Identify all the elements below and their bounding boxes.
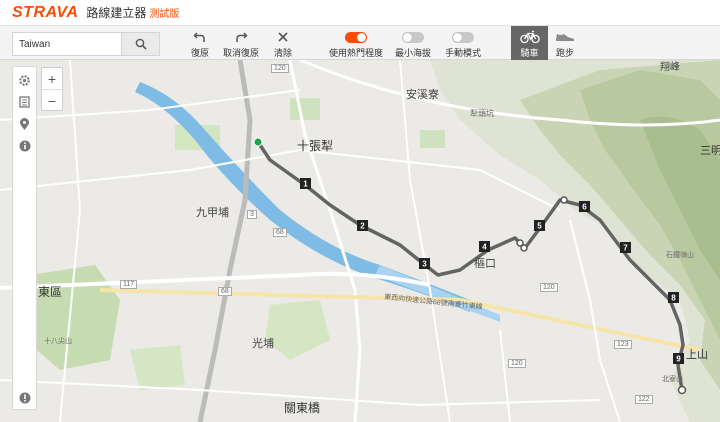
manual-mode-label: 手動模式 xyxy=(444,48,481,58)
document-icon xyxy=(19,96,30,108)
beta-badge: 測試版 xyxy=(149,9,180,20)
redo-button[interactable]: 取消復原 xyxy=(222,29,260,59)
undo-icon xyxy=(193,32,205,42)
layers-button[interactable] xyxy=(13,91,36,113)
toggle-switch[interactable] xyxy=(402,31,424,43)
zoom-out-button[interactable]: − xyxy=(42,90,62,111)
route-marker[interactable]: 7 xyxy=(620,242,631,253)
zoom-in-button[interactable]: + xyxy=(42,68,62,89)
map-label: 上山 xyxy=(686,349,708,361)
bike-icon xyxy=(519,30,540,44)
map-label: 犁頭坑 xyxy=(470,109,494,118)
road-shield: 122 xyxy=(635,395,653,404)
manual-mode-toggle[interactable]: 手動模式 xyxy=(443,29,483,59)
route-builder-app: STRAVA 路線建立器 測試版 復原 取消復原 清除 使用熱門程度 xyxy=(0,0,720,422)
road-shield: 3 xyxy=(247,210,257,219)
info-icon xyxy=(19,140,30,152)
route-marker[interactable]: 3 xyxy=(419,258,430,269)
map-pin-icon xyxy=(20,117,29,130)
map-label: 石鐵嶺山 xyxy=(666,252,694,259)
close-icon xyxy=(278,32,288,42)
map-label: 九甲埔 xyxy=(196,207,229,219)
toggle-switch[interactable] xyxy=(345,31,367,43)
app-title: 路線建立器 xyxy=(86,6,147,20)
min-elevation-label: 最小海拔 xyxy=(394,48,431,58)
map-label: 翔峰 xyxy=(660,62,680,73)
map-label: 光埔 xyxy=(252,338,274,350)
location-button[interactable] xyxy=(13,113,36,135)
route-marker[interactable]: 1 xyxy=(300,178,311,189)
toolbar: 復原 取消復原 清除 使用熱門程度 最小海拔 手動模式 騎車 xyxy=(0,25,720,60)
ride-sport-tab[interactable]: 騎車 xyxy=(511,26,548,60)
undo-label: 復原 xyxy=(190,48,209,58)
run-sport-tab[interactable]: 跑步 xyxy=(552,29,578,59)
map-label: 關東橋 xyxy=(284,401,321,415)
route-marker[interactable]: 8 xyxy=(668,292,679,303)
svg-text:2: 2 xyxy=(360,222,365,231)
svg-text:3: 3 xyxy=(422,260,427,269)
svg-text:1: 1 xyxy=(303,180,308,189)
settings-button[interactable] xyxy=(13,69,36,91)
search-button[interactable] xyxy=(121,33,159,55)
road-shield: 123 xyxy=(614,340,632,349)
route-marker[interactable]: 6 xyxy=(579,201,590,212)
map-base: 1 2 3 4 5 6 7 8 9 xyxy=(0,58,720,422)
map-label: 三明 xyxy=(700,145,720,157)
map-label: 樞口 xyxy=(474,258,496,270)
redo-icon xyxy=(236,32,248,42)
svg-text:9: 9 xyxy=(676,355,681,364)
alert-icon xyxy=(19,392,30,404)
map-control-strip xyxy=(12,66,37,410)
map-label: 安溪寮 xyxy=(406,89,439,101)
road-shield: 120 xyxy=(271,64,289,73)
svg-text:6: 6 xyxy=(582,203,587,212)
route-marker[interactable]: 5 xyxy=(534,220,545,231)
redo-label: 取消復原 xyxy=(222,48,259,58)
svg-text:7: 7 xyxy=(623,244,628,253)
road-shield: 120 xyxy=(508,359,526,368)
svg-text:4: 4 xyxy=(482,243,487,252)
route-marker[interactable]: 4 xyxy=(479,241,490,252)
svg-text:8: 8 xyxy=(671,294,676,303)
clear-label: 清除 xyxy=(273,48,292,58)
popularity-toggle[interactable]: 使用熱門程度 xyxy=(328,29,384,59)
info-button[interactable] xyxy=(13,135,36,157)
zoom-control: + − xyxy=(41,67,63,111)
route-marker[interactable]: 9 xyxy=(673,353,684,364)
undo-button[interactable]: 復原 xyxy=(187,29,213,59)
search-icon xyxy=(135,38,147,50)
map-canvas[interactable]: 1 2 3 4 5 6 7 8 9 安溪寮 十張犁 九甲埔 樞口 光埔 關東橋 … xyxy=(0,58,720,422)
map-label: 北寮山 xyxy=(662,376,683,383)
min-elevation-toggle[interactable]: 最小海拔 xyxy=(393,29,433,59)
gear-icon xyxy=(19,74,30,86)
strava-logo[interactable]: STRAVA xyxy=(12,4,78,22)
location-search xyxy=(12,32,160,56)
road-shield: 120 xyxy=(540,283,558,292)
svg-text:5: 5 xyxy=(537,222,542,231)
route-marker[interactable]: 2 xyxy=(357,220,368,231)
search-input[interactable] xyxy=(13,33,121,55)
toggle-switch[interactable] xyxy=(452,31,474,43)
road-shield: 117 xyxy=(120,280,138,289)
clear-button[interactable]: 清除 xyxy=(272,29,294,59)
shoe-icon xyxy=(556,34,575,41)
brand-bar: STRAVA 路線建立器 測試版 xyxy=(0,0,720,25)
road-shield: 68 xyxy=(273,228,287,237)
popularity-label: 使用熱門程度 xyxy=(328,48,383,58)
road-shield: 68 xyxy=(218,287,232,296)
ride-label: 騎車 xyxy=(520,48,539,58)
map-label: 十張犁 xyxy=(297,139,334,153)
map-label: 十八尖山 xyxy=(44,338,72,345)
report-button[interactable] xyxy=(13,387,36,409)
map-label: 東區 xyxy=(38,285,63,299)
run-label: 跑步 xyxy=(555,48,574,58)
